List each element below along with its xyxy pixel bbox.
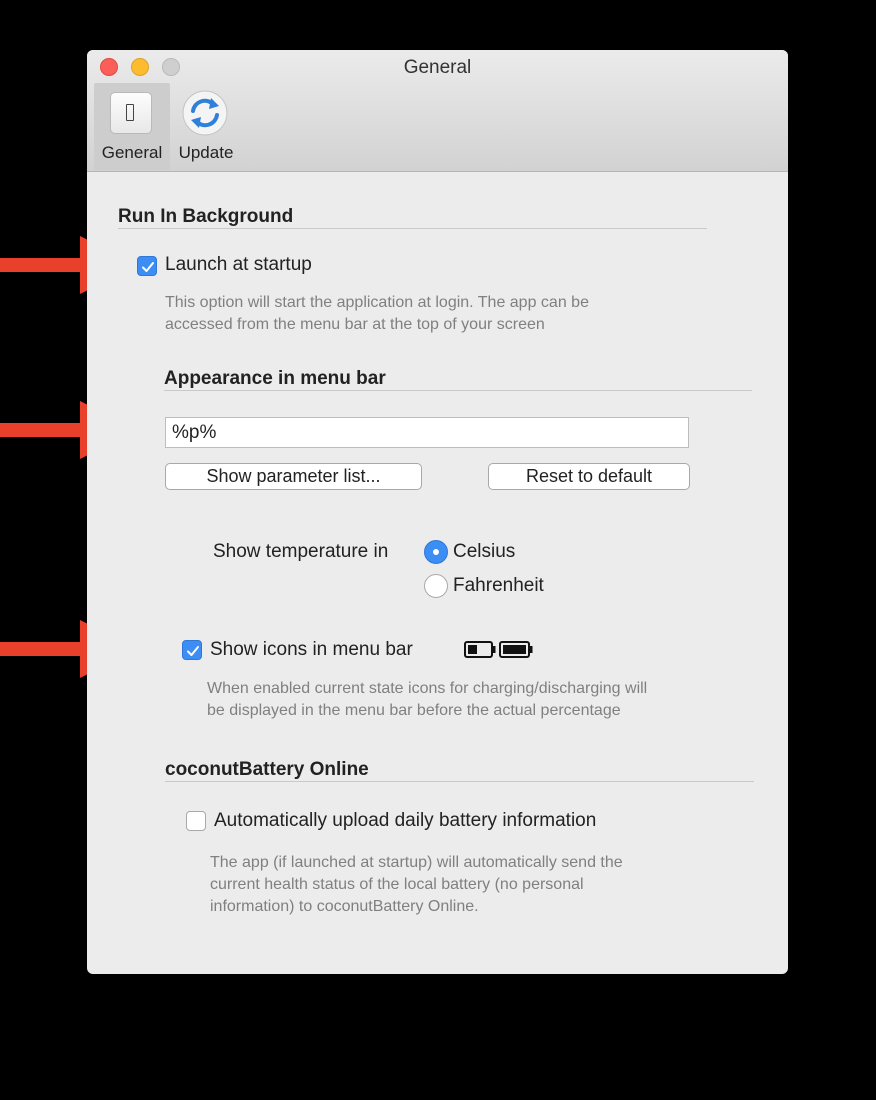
auto-upload-checkbox[interactable] [186,811,206,831]
battery-charging-icon [499,641,533,658]
section-divider [164,390,752,391]
auto-upload-label[interactable]: Automatically upload daily battery infor… [214,810,596,832]
checkmark-icon [142,262,154,272]
menu-bar-format-input[interactable] [165,417,689,448]
tab-update-label: Update [178,143,234,162]
switch-icon [110,92,152,134]
celsius-label[interactable]: Celsius [453,541,515,563]
launch-at-startup-checkbox[interactable] [137,256,157,276]
titlebar: General General Update [87,50,788,172]
show-icons-label[interactable]: Show icons in menu bar [210,639,413,661]
online-description-line3: information) to coconutBattery Online. [210,898,479,915]
section-title-appearance: Appearance in menu bar [164,368,386,389]
section-divider [165,781,754,782]
icons-description-line1: When enabled current state icons for cha… [207,680,648,697]
icons-description-line2: be displayed in the menu bar before the … [207,702,621,719]
reset-to-default-button[interactable]: Reset to default [488,463,690,490]
preferences-window: General General Update Run In Background… [87,50,788,974]
icons-description: When enabled current state icons for cha… [207,678,767,722]
online-description-line1: The app (if launched at startup) will au… [210,854,623,871]
online-description: The app (if launched at startup) will au… [210,852,750,918]
section-title-run-in-background: Run In Background [118,206,294,227]
show-icons-checkbox[interactable] [182,640,202,660]
tab-update[interactable]: Update [172,83,240,170]
section-title-online: coconutBattery Online [165,759,369,780]
celsius-radio[interactable] [424,540,448,564]
battery-discharging-icon [464,641,496,658]
fahrenheit-radio[interactable] [424,574,448,598]
launch-description-line2: accessed from the menu bar at the top of… [165,316,545,333]
launch-at-startup-label[interactable]: Launch at startup [165,254,312,276]
show-parameter-list-button[interactable]: Show parameter list... [165,463,422,490]
screenshot-stage: General General Update Run In Background… [0,0,876,1100]
section-divider [118,228,707,229]
temperature-label: Show temperature in [213,541,389,562]
window-title: General [403,57,472,78]
refresh-icon [182,90,228,136]
tab-general-label: General [101,143,163,162]
online-description-line2: current health status of the local batte… [210,876,584,893]
checkmark-icon [187,646,199,656]
fahrenheit-label[interactable]: Fahrenheit [453,575,544,597]
launch-description: This option will start the application a… [165,292,725,336]
launch-description-line1: This option will start the application a… [165,294,589,311]
tab-general[interactable]: General [94,83,170,170]
